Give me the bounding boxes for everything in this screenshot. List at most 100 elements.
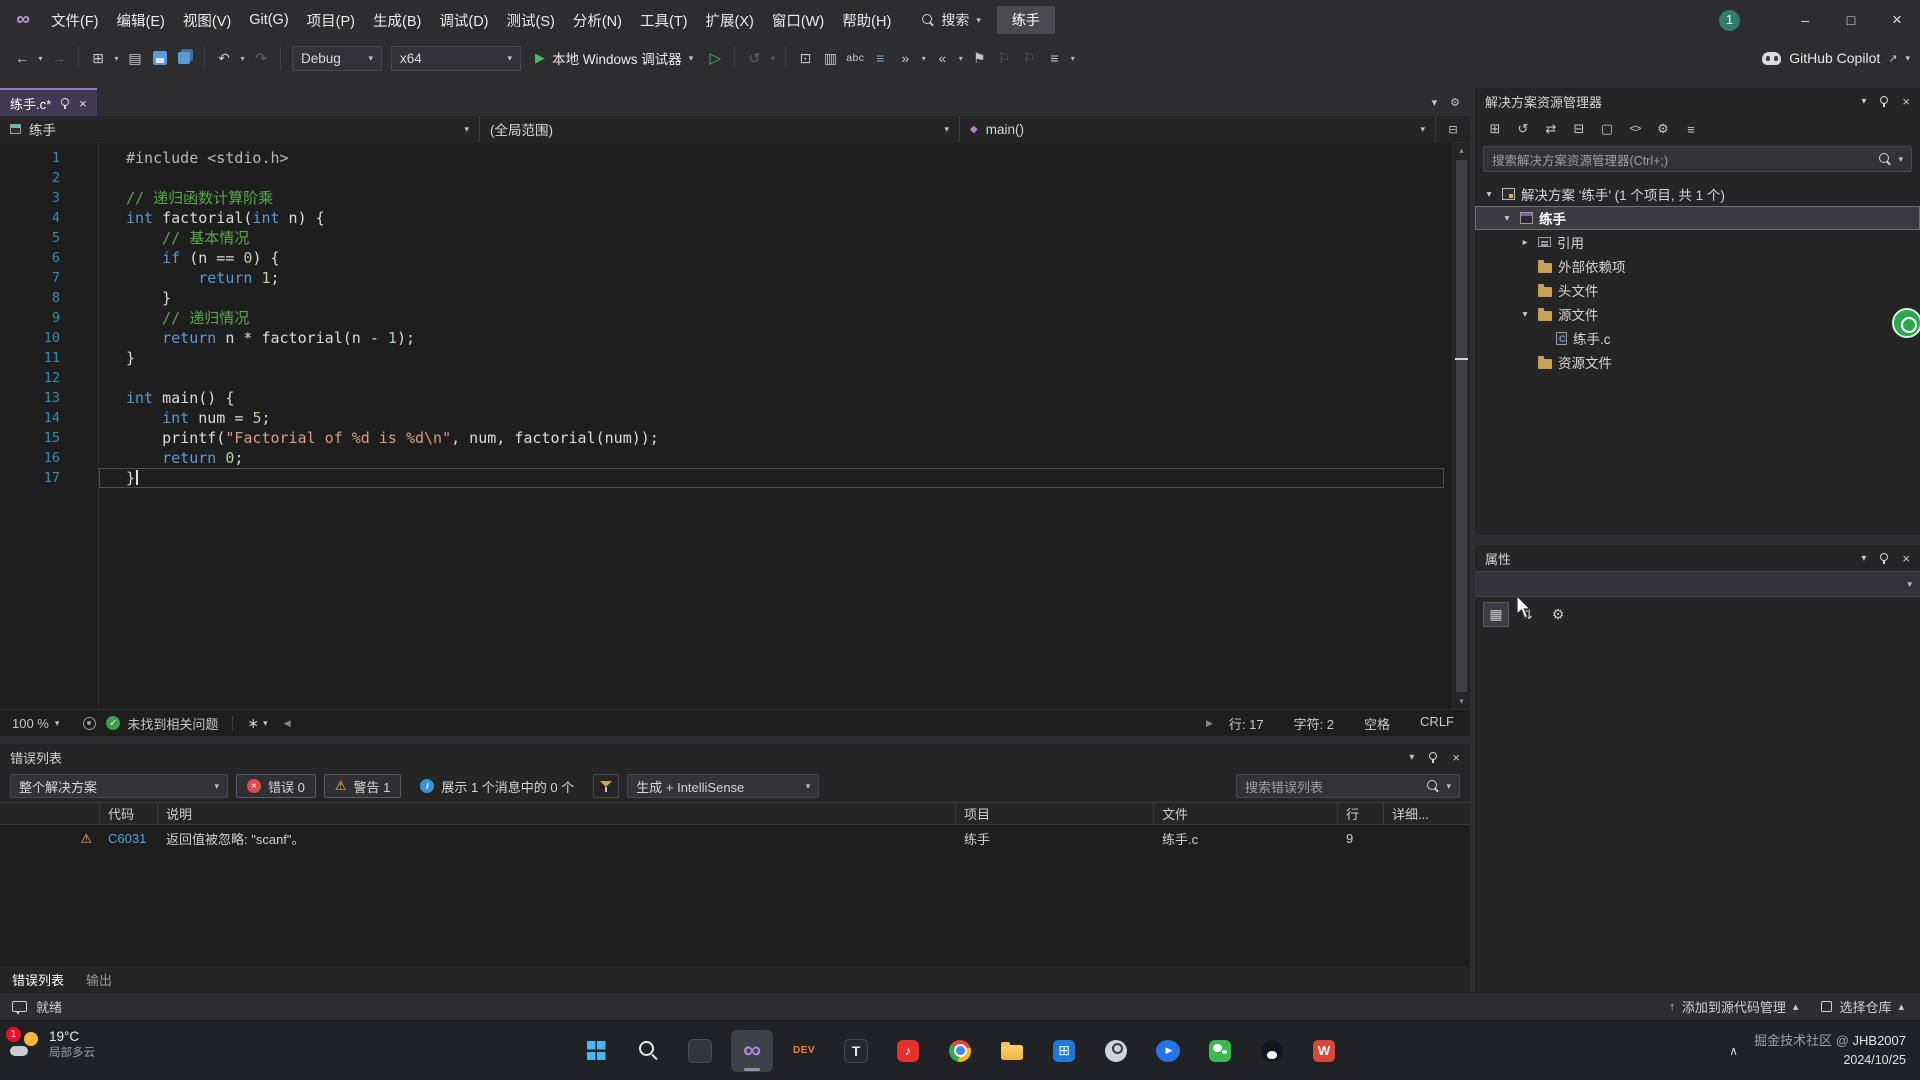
- column-header[interactable]: 详细...: [1384, 803, 1470, 824]
- tree-item[interactable]: ▾练手: [1475, 206, 1920, 230]
- preview-selected-items-icon[interactable]: ≡: [1679, 117, 1703, 141]
- tree-item[interactable]: 头文件: [1475, 278, 1920, 302]
- compare-files-icon[interactable]: ▥: [818, 46, 842, 71]
- taskbar-icon-player[interactable]: [1147, 1030, 1189, 1072]
- platform-dropdown[interactable]: x64▾: [391, 46, 521, 71]
- open-file-icon[interactable]: ▤: [123, 46, 147, 71]
- code-line[interactable]: 12: [0, 368, 1470, 388]
- code-line[interactable]: 9 // 递归情况: [0, 308, 1470, 328]
- open-external-icon[interactable]: ↗: [1888, 52, 1897, 65]
- menu-item[interactable]: 生成(B): [364, 0, 430, 40]
- switch-views-icon[interactable]: ⊞: [1483, 117, 1507, 141]
- save-icon[interactable]: [148, 46, 172, 71]
- feedback-icon[interactable]: [12, 1001, 27, 1012]
- column-header[interactable]: 项目: [956, 803, 1154, 824]
- menu-item[interactable]: 工具(T): [631, 0, 697, 40]
- minimize-button[interactable]: –: [1782, 0, 1828, 40]
- code-editor[interactable]: 1#include <stdio.h>23// 递归函数计算阶乘4int fac…: [0, 143, 1470, 709]
- search-chevron-icon[interactable]: ▾: [976, 15, 981, 26]
- project-dropdown[interactable]: 练手 ▾: [0, 116, 480, 142]
- maximize-button[interactable]: □: [1828, 0, 1874, 40]
- taskbar-icon-file-explorer[interactable]: [991, 1030, 1033, 1072]
- code-line[interactable]: 14 int num = 5;: [0, 408, 1470, 428]
- code-line[interactable]: 6 if (n == 0) {: [0, 248, 1470, 268]
- scroll-up-icon[interactable]: ▴: [1453, 145, 1470, 156]
- member-dropdown[interactable]: ◆ main() ▾: [960, 116, 1436, 142]
- nav-history-chevron[interactable]: ▾: [35, 54, 46, 63]
- health-status-text[interactable]: 未找到相关问题: [127, 714, 218, 733]
- line-number[interactable]: 12: [0, 368, 60, 388]
- pin-panel-icon[interactable]: [1879, 96, 1889, 107]
- tree-item[interactable]: ▸引用: [1475, 230, 1920, 254]
- open-documents-icon[interactable]: ▾: [1432, 96, 1438, 109]
- collapse-icon[interactable]: ▾: [1500, 213, 1514, 224]
- horizontal-scrollbar[interactable]: ◀ ▶: [284, 718, 1213, 729]
- code-line[interactable]: 16 return 0;: [0, 448, 1470, 468]
- undo-icon[interactable]: ↶: [212, 46, 236, 71]
- expand-icon[interactable]: ▸: [1518, 237, 1532, 248]
- bottom-tab-error-list[interactable]: 错误列表: [12, 970, 64, 989]
- taskbar-icon-typora[interactable]: [835, 1030, 877, 1072]
- error-list-row[interactable]: ⚠C6031返回值被忽略: "scanf"。练手练手.c9: [0, 825, 1470, 852]
- start-without-debugging-icon[interactable]: ▷: [703, 46, 727, 71]
- new-project-chevron[interactable]: ▾: [111, 54, 122, 63]
- sync-with-active-document-icon[interactable]: ⇄: [1539, 117, 1563, 141]
- menu-item[interactable]: 文件(F): [42, 0, 108, 40]
- scrollbar-thumb[interactable]: [1456, 160, 1467, 692]
- line-number[interactable]: 14: [0, 408, 60, 428]
- column-header[interactable]: 代码: [100, 803, 158, 824]
- code-line[interactable]: 4int factorial(int n) {: [0, 208, 1470, 228]
- search-scope-chip[interactable]: 练手: [997, 6, 1055, 34]
- notification-badge[interactable]: 1: [1719, 10, 1740, 31]
- document-tab[interactable]: 练手.c* ×: [0, 88, 97, 116]
- property-pages-icon[interactable]: ⚙: [1545, 602, 1571, 627]
- line-number[interactable]: 4: [0, 208, 60, 228]
- bookmark-icon[interactable]: ⚑: [967, 46, 991, 71]
- menu-item[interactable]: 视图(V): [174, 0, 240, 40]
- pin-panel-icon[interactable]: [1428, 752, 1438, 763]
- line-number[interactable]: 17: [0, 468, 60, 488]
- close-button[interactable]: ×: [1874, 0, 1920, 40]
- menu-item[interactable]: 测试(S): [498, 0, 564, 40]
- tree-item[interactable]: 外部依赖项: [1475, 254, 1920, 278]
- taskbar-icon-photos[interactable]: [679, 1030, 721, 1072]
- format-document-icon[interactable]: ≡: [868, 46, 892, 71]
- column-header[interactable]: 文件: [1154, 803, 1338, 824]
- line-number[interactable]: 10: [0, 328, 60, 348]
- panel-options-icon[interactable]: ▾: [1861, 553, 1866, 564]
- scroll-right-icon[interactable]: ▶: [1206, 718, 1213, 729]
- taskbar-icon-wps[interactable]: [1303, 1030, 1345, 1072]
- taskbar-icon-wechat[interactable]: [1199, 1030, 1241, 1072]
- code-line[interactable]: 17}: [0, 468, 1470, 488]
- find-in-files-icon[interactable]: ⊡: [793, 46, 817, 71]
- collapse-icon[interactable]: ▾: [1482, 189, 1496, 200]
- search-box[interactable]: 搜索 ▾: [922, 10, 981, 30]
- menu-item[interactable]: 项目(P): [298, 0, 364, 40]
- error-scope-dropdown[interactable]: 整个解决方案 ▾: [10, 774, 228, 798]
- alphabetical-icon[interactable]: ⇅: [1514, 602, 1540, 627]
- error-source-dropdown[interactable]: 生成 + IntelliSense ▾: [627, 774, 819, 798]
- code-line[interactable]: 15 printf("Factorial of %d is %d\n", num…: [0, 428, 1470, 448]
- copilot-chevron-icon[interactable]: ▾: [1905, 53, 1910, 64]
- outdent-chevron[interactable]: ▾: [955, 54, 966, 63]
- messages-filter-button[interactable]: 展示 1 个消息中的 0 个: [409, 774, 585, 798]
- outdent-icon[interactable]: «: [930, 46, 954, 71]
- panel-splitter[interactable]: [1475, 535, 1920, 545]
- pin-tab-icon[interactable]: [60, 98, 70, 109]
- menu-item[interactable]: 调试(D): [430, 0, 497, 40]
- solution-explorer-search-box[interactable]: 搜索解决方案资源管理器(Ctrl+;) ▾: [1483, 146, 1912, 172]
- pin-panel-icon[interactable]: [1879, 553, 1889, 564]
- column-header[interactable]: 说明: [158, 803, 956, 824]
- taskbar-icon-netease[interactable]: [887, 1030, 929, 1072]
- error-search-box[interactable]: 搜索错误列表 ▾: [1236, 774, 1460, 798]
- indent-chevron[interactable]: ▾: [918, 54, 929, 63]
- whitespace-indicator[interactable]: 空格: [1364, 714, 1390, 733]
- member-dropdown-chevron[interactable]: ▾: [1420, 124, 1425, 135]
- code-line[interactable]: 11}: [0, 348, 1470, 368]
- new-project-icon[interactable]: ⊞: [86, 46, 110, 71]
- task-list-icon[interactable]: ≡: [1042, 46, 1066, 71]
- tray-clock[interactable]: 掘金技术社区 @ JHB2007 2024/10/25: [1754, 1032, 1906, 1069]
- start-debugging-button[interactable]: ▶本地 Windows 调试器▾: [526, 45, 702, 71]
- column-indicator[interactable]: 字符: 2: [1294, 714, 1334, 733]
- undo-history-chevron[interactable]: ▾: [237, 54, 248, 63]
